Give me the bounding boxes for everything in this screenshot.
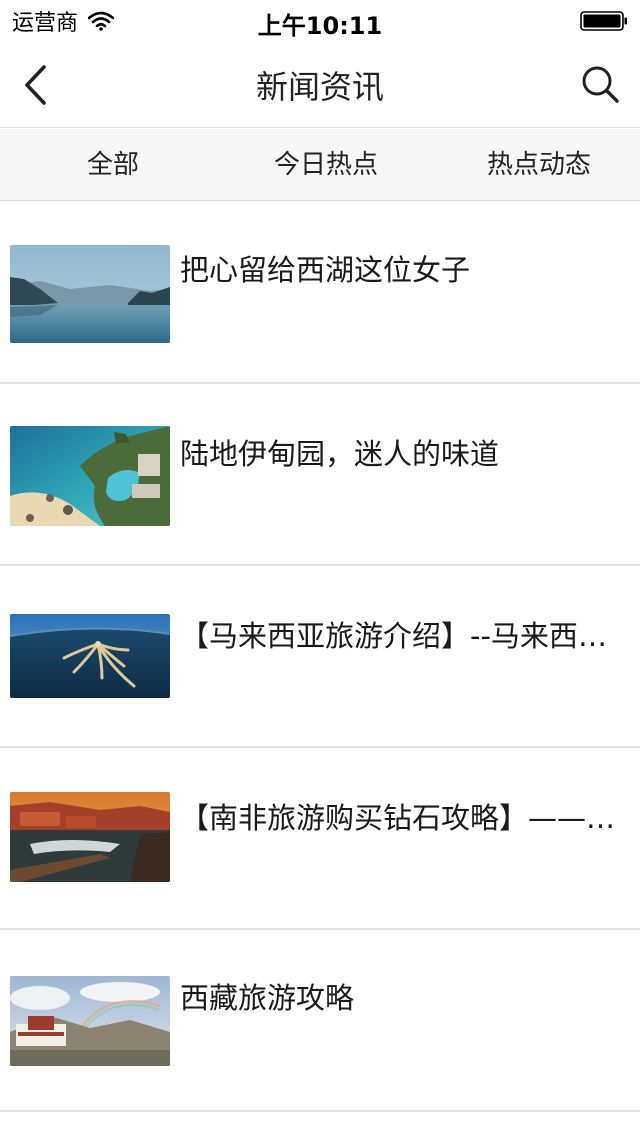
list-item[interactable]: 把心留给西湖这位女子 <box>0 202 640 384</box>
search-icon[interactable] <box>580 64 620 104</box>
list-item[interactable]: 西藏旅游攻略 <box>0 930 640 1112</box>
list-item[interactable]: 【南非旅游购买钻石攻略】——南非旅游购买钻石攻略 <box>0 748 640 930</box>
news-thumbnail <box>10 245 170 343</box>
nav-bar: 新闻资讯 <box>0 40 640 128</box>
news-thumbnail <box>10 614 170 698</box>
tab-all[interactable]: 全部 <box>6 129 220 201</box>
news-thumbnail <box>10 426 170 526</box>
tab-hot-updates[interactable]: 热点动态 <box>432 129 640 201</box>
news-thumbnail <box>10 792 170 882</box>
battery-icon <box>580 11 627 31</box>
news-title: 西藏旅游攻略 <box>180 981 355 1015</box>
page-title: 新闻资讯 <box>255 68 384 106</box>
news-title: 把心留给西湖这位女子 <box>180 253 471 287</box>
news-title: 【马来西亚旅游介绍】--马来西亚旅游介绍 <box>180 619 628 653</box>
status-time: 上午10:11 <box>257 12 383 40</box>
status-bar: 运营商 上午10:11 <box>0 0 640 40</box>
list-item[interactable]: 【马来西亚旅游介绍】--马来西亚旅游介绍 <box>0 566 640 748</box>
news-title: 【南非旅游购买钻石攻略】——南非旅游购买钻石攻略 <box>180 801 628 835</box>
news-title: 陆地伊甸园，迷人的味道 <box>180 437 500 471</box>
news-list: 把心留给西湖这位女子 陆地伊甸园，迷人的味道 【马来西亚旅游介绍】--马来西亚 … <box>0 202 640 1112</box>
category-tabs: 全部 今日热点 热点动态 <box>0 129 640 201</box>
news-thumbnail <box>10 976 170 1066</box>
list-item[interactable]: 陆地伊甸园，迷人的味道 <box>0 384 640 566</box>
tab-today-hot[interactable]: 今日热点 <box>219 129 433 201</box>
